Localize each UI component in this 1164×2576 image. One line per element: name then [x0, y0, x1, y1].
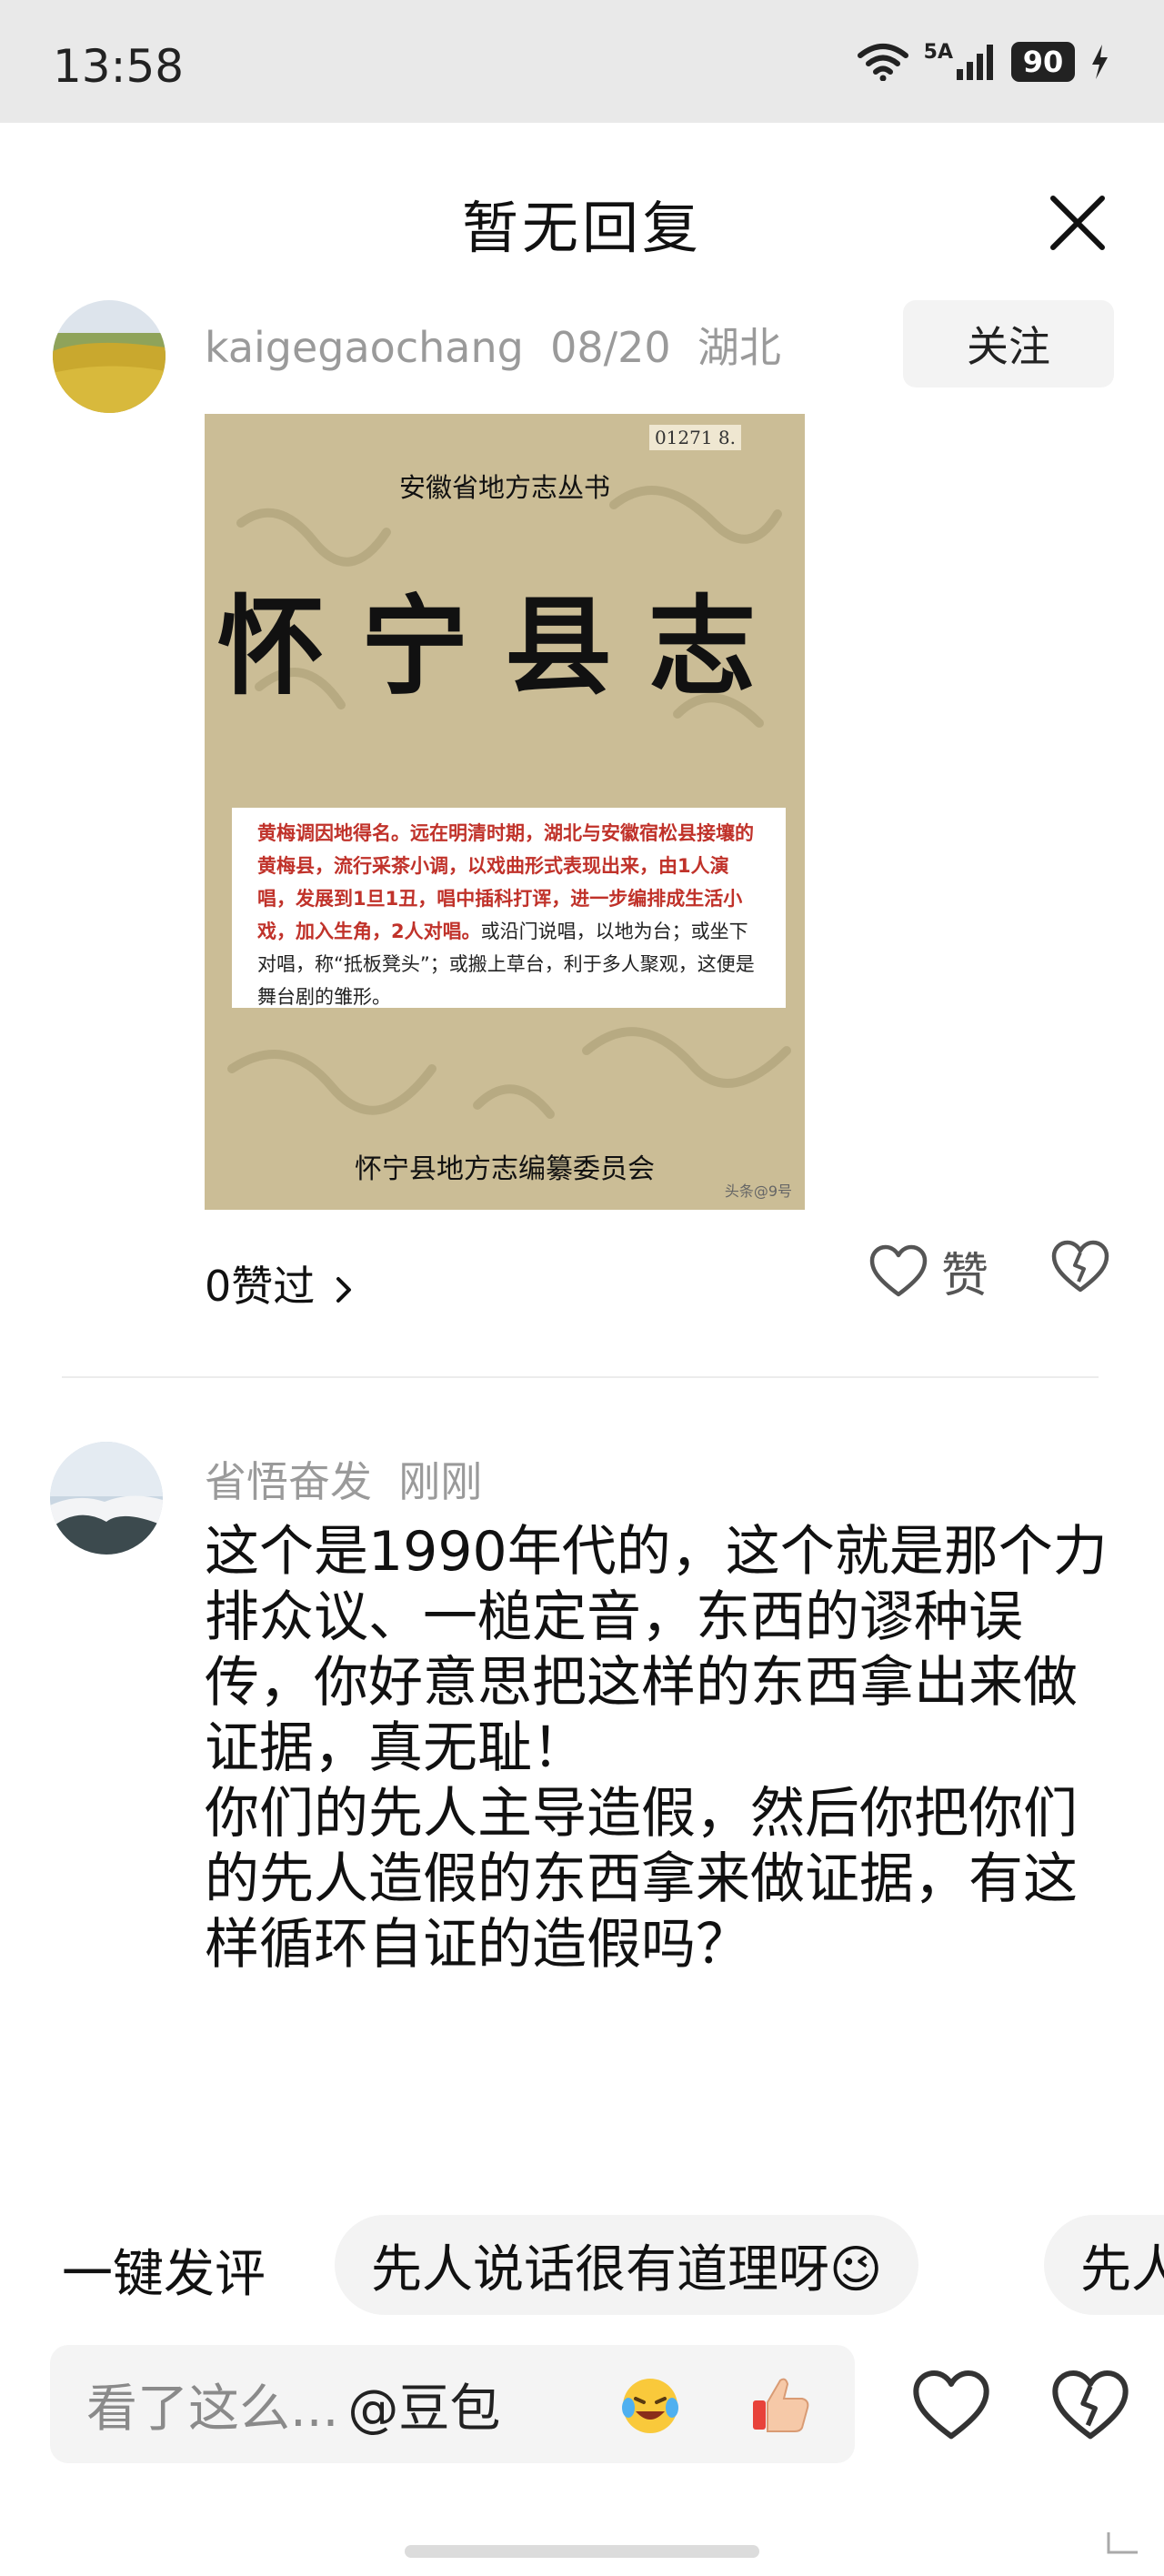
home-indicator[interactable]: [405, 2545, 759, 2558]
follow-button[interactable]: 关注: [903, 300, 1114, 387]
divider: [62, 1376, 1099, 1378]
document-id: 01271 8.: [648, 425, 741, 450]
watermark: 头条@9号: [724, 1182, 792, 1200]
page-title: 暂无回复: [461, 195, 702, 261]
corner-bracket-icon: [1107, 2532, 1138, 2554]
thumbs-up-emoji-icon[interactable]: [744, 2368, 817, 2440]
like-button[interactable]: 赞: [868, 1237, 988, 1305]
status-time: 13:58: [53, 40, 185, 93]
document-title: 怀宁县志: [216, 583, 792, 709]
likes-count-link[interactable]: 0赞过: [205, 1253, 356, 1313]
document-excerpt: 黄梅调因地得名。远在明清时期，湖北与安徽宿松县接壤的黄梅县，流行采茶小调，以戏曲…: [232, 808, 786, 1008]
reply-username[interactable]: kaigegaochang: [205, 323, 524, 372]
status-bar: 13:58 5A 90: [0, 0, 1164, 123]
mention-doubao[interactable]: @豆包: [347, 2368, 500, 2441]
wifi-icon: [857, 44, 908, 81]
network-type-label: 5A: [923, 40, 953, 64]
heart-outline-icon[interactable]: [911, 2370, 991, 2442]
reply-location: 湖北: [697, 323, 781, 372]
chevron-right-icon: [336, 1276, 351, 1303]
quick-comment-chip[interactable]: 先人说话很有道理呀😉: [335, 2215, 919, 2315]
comment-author: 省悟奋发 刚刚: [205, 1449, 482, 1509]
attached-image[interactable]: 01271 8. 安徽省地方志丛书 怀宁县志 黄梅调因地得名。远在明清时期，湖北…: [205, 414, 805, 1210]
battery-icon: 90: [1011, 42, 1075, 82]
avatar[interactable]: [50, 1442, 163, 1555]
reply-date: 08/20: [550, 323, 671, 372]
reply-author: kaigegaochang 08/20 湖北: [205, 315, 781, 375]
broken-heart-icon[interactable]: [1050, 2370, 1130, 2442]
laughing-emoji-icon[interactable]: [614, 2368, 687, 2440]
charging-icon: [1092, 45, 1108, 79]
heart-outline-icon: [869, 1244, 928, 1296]
document-series: 安徽省地方志丛书: [398, 472, 610, 503]
comment-input[interactable]: 看了这么... @豆包: [50, 2345, 855, 2463]
comment-text: 这个是1990年代的，这个就是那个力排众议、一槌定音，东西的谬种误传，你好意思把…: [205, 1520, 1108, 1977]
broken-heart-icon[interactable]: [1050, 1240, 1110, 1294]
signal-icon: [957, 45, 993, 80]
comment-username[interactable]: 省悟奋发: [205, 1457, 372, 1506]
close-icon[interactable]: [1046, 191, 1109, 255]
quick-comment-bar: 一键发评 先人说话很有道理呀😉 先人: [0, 2210, 1164, 2319]
avatar[interactable]: [53, 300, 166, 413]
document-publisher: 怀宁县地方志编纂委员会: [355, 1153, 655, 1185]
status-icons: 5A 90: [857, 40, 1109, 82]
like-label: 赞: [941, 1249, 989, 1303]
comment-input-placeholder: 看了这么...: [86, 2379, 339, 2439]
likes-count-text: 0赞过: [205, 1262, 316, 1311]
comment-time: 刚刚: [398, 1457, 483, 1506]
quick-comment-label: 一键发评: [62, 2245, 266, 2304]
quick-comment-chip[interactable]: 先人: [1044, 2215, 1164, 2315]
